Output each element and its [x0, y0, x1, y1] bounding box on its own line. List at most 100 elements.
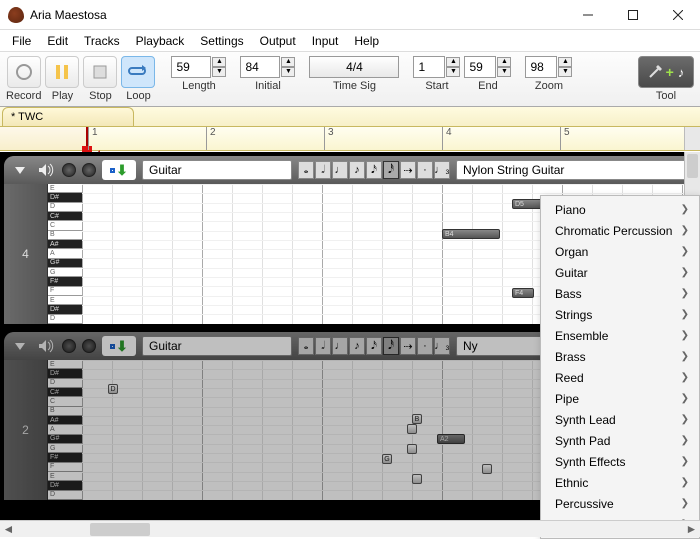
- note[interactable]: D: [108, 384, 118, 394]
- zoom-input[interactable]: [525, 56, 557, 78]
- menu-item-reed[interactable]: Reed❯: [541, 367, 699, 388]
- end-input[interactable]: [464, 56, 496, 78]
- timesig-button[interactable]: 4/4: [309, 56, 399, 78]
- menu-item-synth-effects[interactable]: Synth Effects❯: [541, 451, 699, 472]
- note-value-3[interactable]: ♪: [349, 337, 365, 355]
- piano-key-E[interactable]: E: [48, 360, 82, 369]
- track-solo-button[interactable]: [82, 163, 96, 177]
- start-input[interactable]: [413, 56, 445, 78]
- piano-key-D[interactable]: D: [48, 379, 82, 388]
- document-tab[interactable]: * TWC: [2, 107, 134, 126]
- piano-key-F#[interactable]: F#: [48, 453, 82, 462]
- note[interactable]: [407, 424, 417, 434]
- piano-key-D#[interactable]: D#: [48, 305, 82, 314]
- menu-item-piano[interactable]: Piano❯: [541, 199, 699, 220]
- piano-key-C#[interactable]: C#: [48, 212, 82, 221]
- start-spinner[interactable]: ▲▼: [446, 57, 460, 77]
- menu-item-organ[interactable]: Organ❯: [541, 241, 699, 262]
- note-value-1[interactable]: 𝅗𝅥: [315, 161, 331, 179]
- piano-key-D#[interactable]: D#: [48, 369, 82, 378]
- minimize-button[interactable]: [565, 0, 610, 29]
- track-volume-icon[interactable]: [36, 160, 56, 180]
- menu-settings[interactable]: Settings: [192, 32, 251, 50]
- zoom-spinner[interactable]: ▲▼: [558, 57, 572, 77]
- note[interactable]: G: [382, 454, 392, 464]
- menu-item-bass[interactable]: Bass❯: [541, 283, 699, 304]
- track-collapse-button[interactable]: [10, 336, 30, 356]
- menu-item-pipe[interactable]: Pipe❯: [541, 388, 699, 409]
- note-value-5[interactable]: 𝅘𝅥𝅰: [383, 161, 399, 179]
- piano-key-G#[interactable]: G#: [48, 435, 82, 444]
- piano-keys[interactable]: ED#DC#CBA#AG#GF#FED#D: [48, 184, 82, 324]
- length-input[interactable]: [171, 56, 211, 78]
- piano-key-C#[interactable]: C#: [48, 388, 82, 397]
- note-value-3[interactable]: ♪: [349, 161, 365, 179]
- note-value-8[interactable]: ♩₃: [434, 161, 450, 179]
- note-value-2[interactable]: ♩: [332, 337, 348, 355]
- menu-playback[interactable]: Playback: [128, 32, 193, 50]
- track-volume-icon[interactable]: [36, 336, 56, 356]
- note[interactable]: A2: [437, 434, 465, 444]
- track-name-field[interactable]: Guitar: [142, 160, 292, 180]
- loop-button[interactable]: [121, 56, 155, 88]
- stop-button[interactable]: [83, 56, 117, 88]
- piano-key-F[interactable]: F: [48, 287, 82, 296]
- note[interactable]: B: [412, 414, 422, 424]
- instrument-field[interactable]: Nylon String Guitar: [456, 160, 690, 180]
- piano-key-E[interactable]: E: [48, 472, 82, 481]
- piano-key-A[interactable]: A: [48, 249, 82, 258]
- piano-key-C[interactable]: C: [48, 221, 82, 230]
- piano-key-A[interactable]: A: [48, 425, 82, 434]
- piano-key-A#[interactable]: A#: [48, 240, 82, 249]
- menu-item-guitar[interactable]: Guitar❯: [541, 262, 699, 283]
- piano-key-D#[interactable]: D#: [48, 193, 82, 202]
- length-spinner[interactable]: ▲▼: [212, 57, 226, 77]
- note-value-6[interactable]: ⇢: [400, 337, 416, 355]
- note-value-8[interactable]: ♩₃: [434, 337, 450, 355]
- note[interactable]: [412, 474, 422, 484]
- vscroll-thumb[interactable]: [687, 154, 698, 178]
- tool-button[interactable]: +♪: [638, 56, 694, 88]
- menu-item-chromatic-percussion[interactable]: Chromatic Percussion❯: [541, 220, 699, 241]
- initial-input[interactable]: [240, 56, 280, 78]
- piano-key-B[interactable]: B: [48, 407, 82, 416]
- menu-item-ensemble[interactable]: Ensemble❯: [541, 325, 699, 346]
- note-value-0[interactable]: 𝅝: [298, 161, 314, 179]
- hscroll-thumb[interactable]: [90, 523, 150, 536]
- piano-key-G[interactable]: G: [48, 268, 82, 277]
- piano-key-D[interactable]: D: [48, 491, 82, 500]
- piano-key-G[interactable]: G: [48, 444, 82, 453]
- record-button[interactable]: [7, 56, 41, 88]
- initial-spinner[interactable]: ▲▼: [281, 57, 295, 77]
- piano-key-F#[interactable]: F#: [48, 277, 82, 286]
- note-value-5[interactable]: 𝅘𝅥𝅰: [383, 337, 399, 355]
- note-value-0[interactable]: 𝅝: [298, 337, 314, 355]
- note[interactable]: F4: [512, 288, 534, 298]
- menu-item-synth-lead[interactable]: Synth Lead❯: [541, 409, 699, 430]
- piano-keys[interactable]: ED#DC#CBA#AG#GF#FED#D: [48, 360, 82, 500]
- close-button[interactable]: [655, 0, 700, 29]
- menu-edit[interactable]: Edit: [39, 32, 76, 50]
- note-value-6[interactable]: ⇢: [400, 161, 416, 179]
- menu-item-strings[interactable]: Strings❯: [541, 304, 699, 325]
- horizontal-scrollbar[interactable]: ◄ ►: [0, 520, 700, 537]
- note-value-7[interactable]: ·: [417, 337, 433, 355]
- piano-key-G#[interactable]: G#: [48, 259, 82, 268]
- piano-key-E[interactable]: E: [48, 296, 82, 305]
- note[interactable]: [482, 464, 492, 474]
- note[interactable]: B4: [442, 229, 500, 239]
- track-name-field[interactable]: Guitar: [142, 336, 292, 356]
- menu-input[interactable]: Input: [304, 32, 347, 50]
- piano-key-F[interactable]: F: [48, 463, 82, 472]
- menu-tracks[interactable]: Tracks: [76, 32, 128, 50]
- track-expand-button[interactable]: ⬇: [102, 336, 136, 356]
- track-expand-button[interactable]: ⬇: [102, 160, 136, 180]
- menu-item-percussive[interactable]: Percussive❯: [541, 493, 699, 514]
- track-collapse-button[interactable]: [10, 160, 30, 180]
- menu-item-synth-pad[interactable]: Synth Pad❯: [541, 430, 699, 451]
- menu-item-brass[interactable]: Brass❯: [541, 346, 699, 367]
- menu-help[interactable]: Help: [346, 32, 387, 50]
- hscroll-right-arrow[interactable]: ►: [683, 521, 700, 538]
- note-value-1[interactable]: 𝅗𝅥: [315, 337, 331, 355]
- menu-item-ethnic[interactable]: Ethnic❯: [541, 472, 699, 493]
